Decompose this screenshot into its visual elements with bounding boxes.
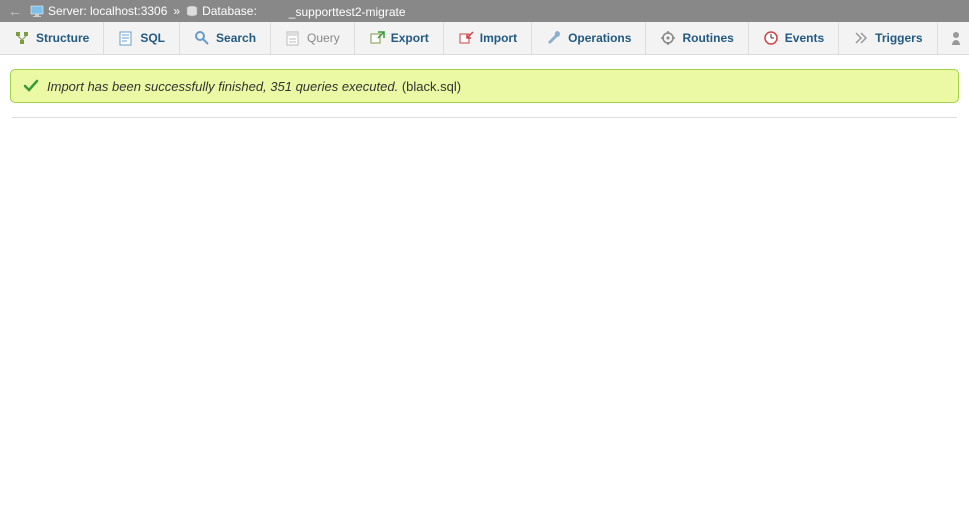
tab-label: SQL — [140, 31, 165, 45]
tab-label: Structure — [36, 31, 89, 45]
breadcrumb-database-label: Database: — [202, 4, 257, 18]
breadcrumb: ← Server: localhost:3306 » Database: _su… — [0, 0, 969, 22]
database-icon — [186, 5, 198, 17]
tab-overflow[interactable] — [938, 22, 969, 54]
tab-routines[interactable]: Routines — [646, 22, 748, 54]
divider — [12, 117, 957, 118]
tab-label: Export — [391, 31, 429, 45]
success-message: Import has been successfully finished, 3… — [10, 69, 959, 103]
tab-label: Search — [216, 31, 256, 45]
breadcrumb-database-name[interactable]: _supporttest2-migrate — [261, 4, 406, 19]
tab-events[interactable]: Events — [749, 22, 839, 54]
breadcrumb-separator: » — [173, 4, 180, 18]
triggers-icon — [853, 30, 869, 46]
tab-sql[interactable]: SQL — [104, 22, 180, 54]
routines-icon — [660, 30, 676, 46]
tab-label: Events — [785, 31, 824, 45]
query-icon — [285, 30, 301, 46]
sql-icon — [118, 30, 134, 46]
server-icon — [30, 5, 44, 17]
tab-operations[interactable]: Operations — [532, 22, 646, 54]
check-icon — [23, 78, 39, 94]
tab-label: Operations — [568, 31, 631, 45]
tab-import[interactable]: Import — [444, 22, 532, 54]
import-icon — [458, 30, 474, 46]
privileges-icon — [948, 30, 964, 46]
tab-label: Import — [480, 31, 517, 45]
tab-export[interactable]: Export — [355, 22, 444, 54]
tab-search[interactable]: Search — [180, 22, 271, 54]
censored-text — [261, 4, 291, 16]
tab-label: Routines — [682, 31, 733, 45]
breadcrumb-server[interactable]: Server: localhost:3306 — [48, 4, 167, 18]
tab-label: Triggers — [875, 31, 922, 45]
tab-triggers[interactable]: Triggers — [839, 22, 937, 54]
success-text: Import has been successfully finished, 3… — [47, 79, 461, 94]
tab-structure[interactable]: Structure — [0, 22, 104, 54]
export-icon — [369, 30, 385, 46]
tab-label: Query — [307, 31, 340, 45]
structure-icon — [14, 30, 30, 46]
back-arrow-icon[interactable]: ← — [4, 3, 26, 19]
search-icon — [194, 30, 210, 46]
clock-icon — [763, 30, 779, 46]
main-content: Import has been successfully finished, 3… — [0, 55, 969, 118]
tab-bar: Structure SQL Search Query Export Import — [0, 22, 969, 55]
wrench-icon — [546, 30, 562, 46]
tab-query[interactable]: Query — [271, 22, 355, 54]
